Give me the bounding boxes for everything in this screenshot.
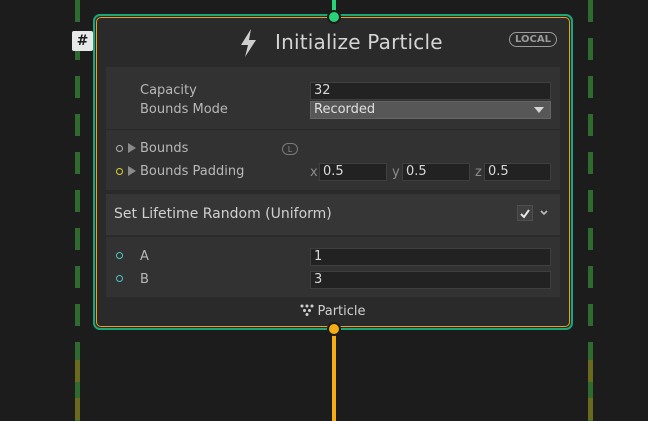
padding-x-input[interactable]: 0.5	[319, 163, 387, 181]
initialize-particle-context[interactable]: Initialize Particle LOCAL Capacity 32 Bo…	[93, 14, 573, 330]
flow-edge-output[interactable]	[332, 330, 336, 421]
block-header[interactable]: Set Lifetime Random (Uniform)	[106, 194, 560, 235]
flow-input-port[interactable]	[327, 10, 341, 24]
bounds-port[interactable]	[116, 145, 123, 152]
space-badge-local[interactable]: LOCAL	[509, 32, 557, 47]
padding-z-label: z	[475, 165, 482, 180]
block-body: A 1 B 3	[106, 237, 560, 297]
graph-edge-dashed-right-lower	[588, 360, 593, 421]
a-input[interactable]: 1	[310, 248, 551, 266]
footer-label: Particle	[317, 304, 366, 319]
block-enabled-checkbox[interactable]	[517, 205, 533, 221]
context-footer: Particle	[95, 304, 571, 319]
padding-y-label: y	[392, 165, 400, 180]
bolt-icon	[241, 29, 256, 57]
capacity-input[interactable]: 32	[310, 82, 551, 100]
padding-x-label: x	[310, 165, 318, 180]
bounds-padding-label: Bounds Padding	[140, 164, 245, 179]
b-label: B	[140, 272, 149, 287]
properties-panel: Bounds L Bounds Padding x 0.5 y 0.5 z 0.…	[106, 130, 560, 190]
a-port[interactable]	[116, 252, 123, 259]
flow-output-port[interactable]	[327, 322, 341, 336]
block-title: Set Lifetime Random (Uniform)	[114, 206, 332, 222]
context-header[interactable]: Initialize Particle LOCAL	[95, 26, 571, 60]
graph-edge-dashed-left	[75, 0, 80, 421]
chevron-down-icon[interactable]	[539, 208, 549, 218]
capacity-label: Capacity	[140, 83, 197, 98]
particle-icon	[300, 304, 314, 316]
bounds-padding-port[interactable]	[116, 168, 123, 175]
hash-badge[interactable]: #	[72, 31, 93, 51]
expand-triangle-icon[interactable]	[128, 166, 136, 176]
b-input[interactable]: 3	[310, 271, 551, 289]
graph-edge-dashed-left-lower	[75, 360, 80, 421]
checkmark-icon	[520, 209, 530, 219]
chevron-down-icon	[534, 107, 544, 113]
settings-panel: Capacity 32 Bounds Mode Recorded	[106, 67, 560, 129]
bounds-mode-dropdown[interactable]: Recorded	[310, 101, 551, 119]
graph-edge-dashed-right	[588, 0, 593, 421]
expand-triangle-icon[interactable]	[128, 143, 136, 153]
bounds-mode-value: Recorded	[314, 102, 376, 117]
b-port[interactable]	[116, 275, 123, 282]
space-badge-local-small[interactable]: L	[282, 143, 298, 155]
context-title: Initialize Particle	[275, 30, 443, 54]
padding-z-input[interactable]: 0.5	[484, 163, 551, 181]
bounds-mode-label: Bounds Mode	[140, 102, 228, 117]
bounds-label: Bounds	[140, 141, 189, 156]
padding-y-input[interactable]: 0.5	[402, 163, 470, 181]
a-label: A	[140, 249, 149, 264]
